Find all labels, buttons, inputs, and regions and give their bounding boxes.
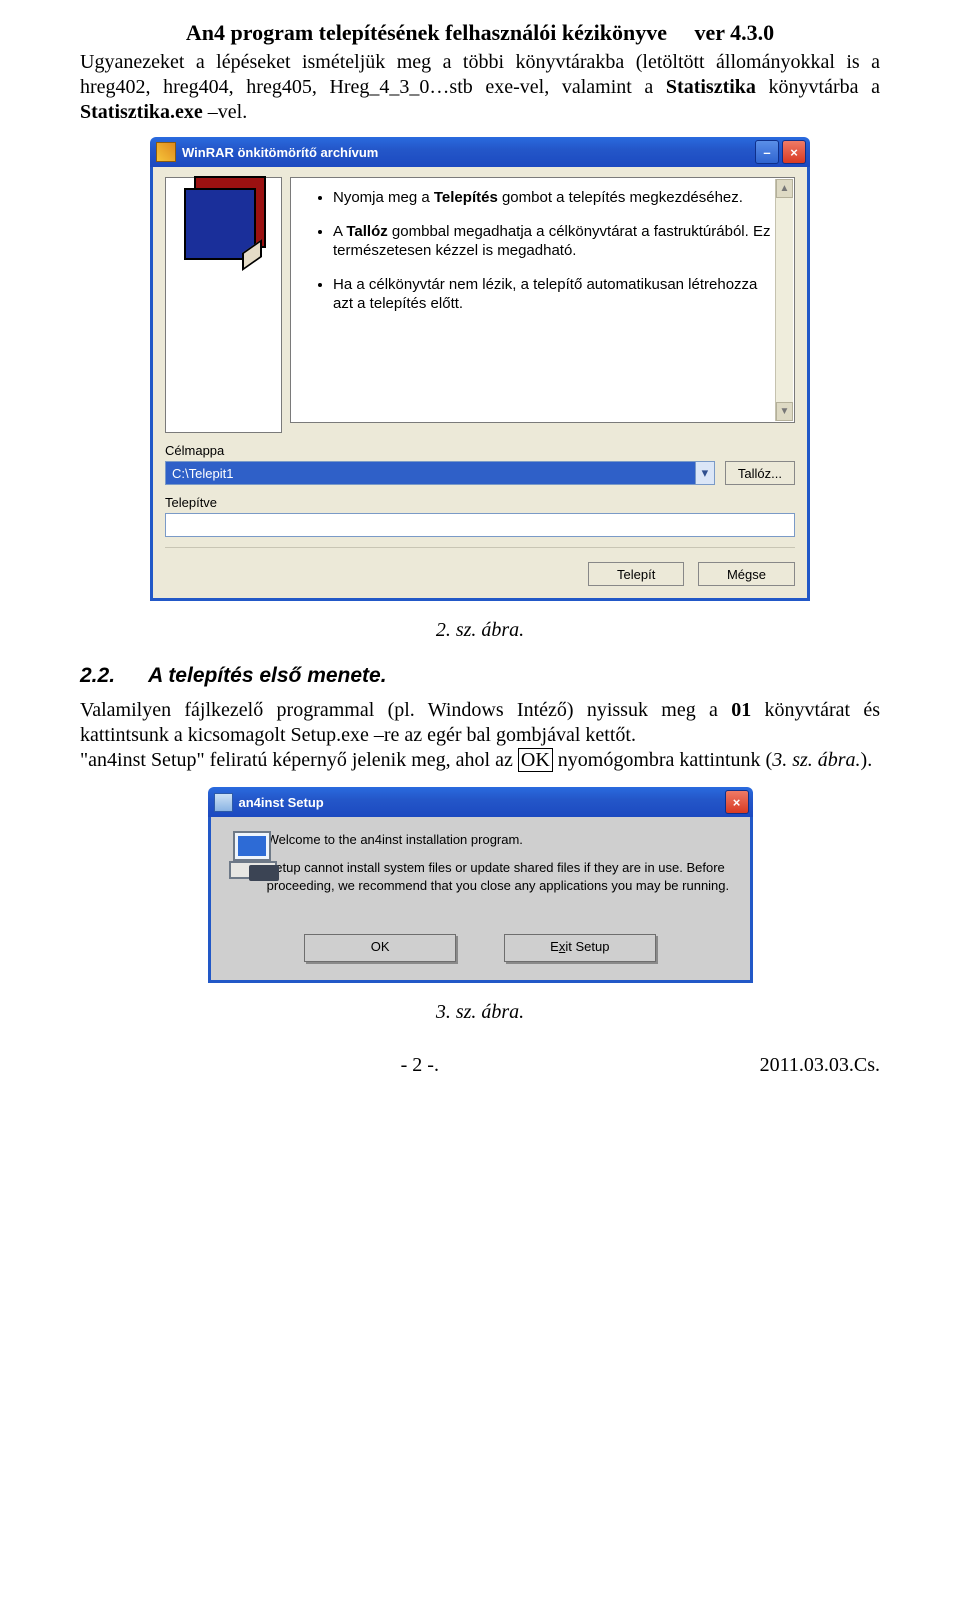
page-number: - 2 -. bbox=[401, 1054, 439, 1077]
message-line-1: Welcome to the an4inst installation prog… bbox=[267, 831, 732, 849]
section-title: A telepítés első menete. bbox=[148, 664, 386, 687]
exit-setup-button[interactable]: Exit Setup bbox=[504, 934, 656, 962]
scrollbar-vertical[interactable]: ▲ ▼ bbox=[775, 179, 793, 421]
doc-version: ver 4.3.0 bbox=[694, 20, 774, 45]
computer-icon bbox=[229, 831, 253, 879]
books-icon bbox=[184, 186, 264, 258]
bullet-2: A Tallóz gombbal megadhatja a célkönyvtá… bbox=[333, 222, 780, 261]
paragraph-1: Ugyanezeket a lépéseket ismételjük meg a… bbox=[80, 50, 880, 125]
doc-header: An4 program telepítésének felhasználói k… bbox=[80, 20, 880, 46]
progress-bar bbox=[165, 513, 795, 537]
doc-title: An4 program telepítésének felhasználói k… bbox=[186, 20, 667, 45]
bullet-1: Nyomja meg a Telepítés gombot a telepíté… bbox=[333, 188, 780, 208]
setup-dialog: an4inst Setup × Welcome to the an4inst i… bbox=[208, 787, 753, 983]
dialog-title: an4inst Setup bbox=[239, 795, 722, 810]
progress-label: Telepítve bbox=[165, 495, 795, 510]
section-heading-2-2: 2.2. A telepítés első menete. bbox=[80, 664, 880, 688]
dialog-message: Welcome to the an4inst installation prog… bbox=[267, 831, 732, 906]
footer-date: 2011.03.03.Cs. bbox=[760, 1054, 880, 1077]
window-title: WinRAR önkitömörítő archívum bbox=[182, 145, 752, 160]
close-button[interactable]: × bbox=[725, 790, 749, 814]
winrar-icon bbox=[156, 142, 176, 162]
bullet-3: Ha a célkönyvtár nem lézik, a telepítő a… bbox=[333, 275, 780, 314]
browse-button[interactable]: Tallóz... bbox=[725, 461, 795, 485]
chevron-down-icon[interactable]: ▾ bbox=[695, 462, 714, 484]
dest-folder-label: Célmappa bbox=[165, 443, 795, 458]
minimize-button[interactable]: – bbox=[755, 140, 779, 164]
scroll-up-button[interactable]: ▲ bbox=[776, 179, 793, 198]
page-footer: - 2 -. 2011.03.03.Cs. bbox=[80, 1054, 880, 1077]
ok-text-highlight: OK bbox=[518, 748, 553, 772]
scroll-down-button[interactable]: ▼ bbox=[776, 402, 793, 421]
winrar-window: WinRAR önkitömörítő archívum – × Nyomja … bbox=[150, 137, 810, 601]
titlebar[interactable]: an4inst Setup × bbox=[208, 787, 753, 817]
titlebar[interactable]: WinRAR önkitömörítő archívum – × bbox=[150, 137, 810, 167]
message-line-2: Setup cannot install system files or upd… bbox=[267, 859, 732, 895]
install-button[interactable]: Telepít bbox=[588, 562, 684, 586]
cancel-button[interactable]: Mégse bbox=[698, 562, 795, 586]
figure-2-caption: 2. sz. ábra. bbox=[80, 619, 880, 642]
logo-pane bbox=[165, 177, 282, 433]
paragraph-2: Valamilyen fájlkezelő programmal (pl. Wi… bbox=[80, 698, 880, 748]
setup-icon bbox=[214, 793, 233, 812]
window-client: Nyomja meg a Telepítés gombot a telepíté… bbox=[150, 167, 810, 601]
dest-folder-combo[interactable]: C:\Telepit1 ▾ bbox=[165, 461, 715, 485]
paragraph-3: "an4inst Setup" feliratú képernyő jeleni… bbox=[80, 748, 880, 773]
info-text-pane: Nyomja meg a Telepítés gombot a telepíté… bbox=[290, 177, 795, 423]
close-button[interactable]: × bbox=[782, 140, 806, 164]
figure-3-caption: 3. sz. ábra. bbox=[80, 1001, 880, 1024]
dialog-client: Welcome to the an4inst installation prog… bbox=[208, 817, 753, 983]
dest-folder-value: C:\Telepit1 bbox=[172, 466, 233, 481]
ok-button[interactable]: OK bbox=[304, 934, 456, 962]
section-number: 2.2. bbox=[80, 664, 115, 687]
